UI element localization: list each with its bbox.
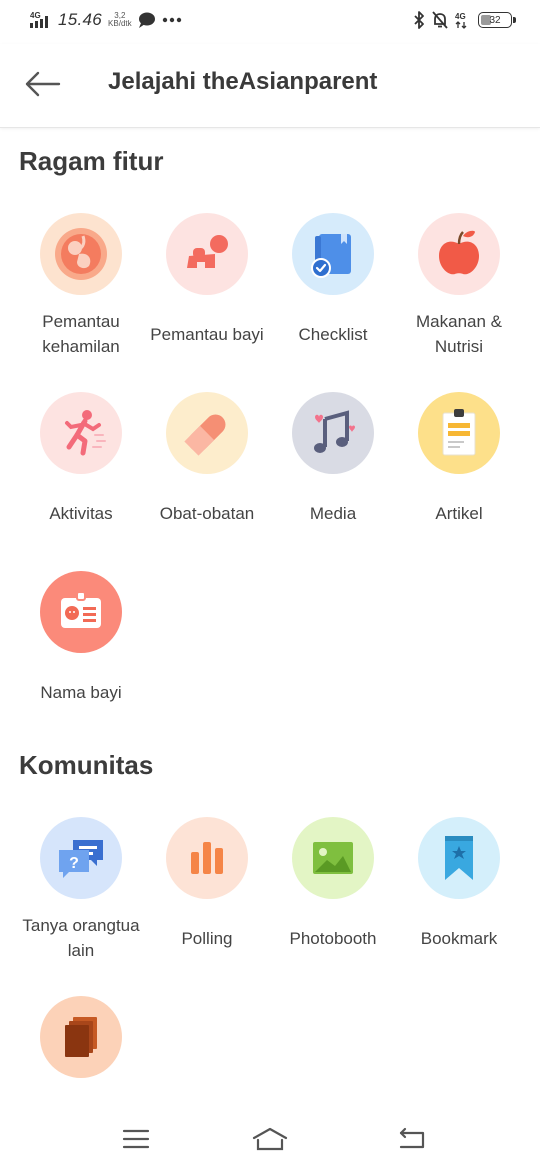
pill-icon — [184, 414, 226, 456]
feature-baby-names[interactable]: Nama bayi — [18, 571, 144, 717]
article-icon-bg — [418, 392, 500, 474]
community-photobooth[interactable]: Photobooth — [270, 817, 396, 963]
home-button[interactable] — [248, 1122, 292, 1156]
back-button[interactable] — [20, 64, 64, 104]
feature-label: Checklist — [298, 324, 368, 344]
baby-crawl-icon — [187, 235, 228, 268]
section-title-features: Ragam fitur — [19, 146, 164, 176]
bluetooth-icon — [414, 11, 424, 29]
feature-articles[interactable]: Artikel — [396, 392, 522, 538]
documents-icon — [65, 1017, 97, 1057]
feature-label: Aktivitas — [49, 503, 113, 523]
checklist-icon-bg — [292, 213, 374, 295]
system-nav-bar — [0, 1110, 540, 1170]
apple-icon-bg — [418, 213, 500, 295]
feature-label: Obat-obatan — [159, 503, 255, 523]
feature-label: Artikel — [435, 503, 483, 523]
menu-button[interactable] — [114, 1122, 158, 1156]
chat-question-icon-bg: ? — [40, 817, 122, 899]
community-bookmark[interactable]: Bookmark — [396, 817, 522, 963]
feature-label: Media — [309, 503, 357, 523]
status-left: 4G 15.46 3,2 KB/dtk — [30, 10, 182, 30]
back-nav-button[interactable] — [390, 1122, 434, 1156]
photo-icon-bg — [292, 817, 374, 899]
feature-label: Makanan & Nutrisi — [416, 312, 502, 356]
bookmark-icon-bg — [418, 817, 500, 899]
feature-activities[interactable]: Aktivitas — [18, 392, 144, 538]
community-ask-parents[interactable]: ? Tanya orangtua lain — [18, 817, 144, 963]
feature-label: Pemantau bayi — [150, 324, 264, 344]
network-4g-icon: 4G — [455, 12, 467, 29]
arrow-left-icon — [25, 71, 61, 97]
chat-question-icon: ? — [59, 840, 103, 878]
page-title: Jelajahi theAsianparent — [108, 68, 378, 95]
svg-text:?: ? — [69, 855, 79, 872]
checklist-icon — [311, 234, 351, 278]
running-icon-bg — [40, 392, 122, 474]
community-label: Photobooth — [289, 928, 377, 948]
home-icon — [252, 1127, 288, 1151]
running-icon — [65, 410, 106, 456]
network-speed: 3,2 KB/dtk — [108, 11, 132, 28]
status-bar: 4G 15.46 3,2 KB/dtk 4G 32 — [0, 0, 540, 44]
music-note-icon-bg — [292, 392, 374, 474]
feature-label: Pemantau kehamilan — [42, 312, 120, 356]
bookmark-icon — [445, 836, 473, 880]
baby-name-card-icon — [61, 591, 101, 628]
more-dots-icon — [162, 17, 181, 23]
chat-bubble-icon — [138, 12, 155, 28]
menu-icon — [122, 1129, 150, 1149]
community-documents[interactable] — [18, 996, 144, 1078]
feature-baby-tracker[interactable]: Pemantau bayi — [144, 213, 270, 359]
pill-icon-bg — [166, 392, 248, 474]
community-label: Bookmark — [420, 928, 498, 948]
section-title-community: Komunitas — [19, 750, 154, 780]
feature-checklist[interactable]: Checklist — [270, 213, 396, 359]
community-label: Polling — [181, 928, 233, 948]
photo-icon — [313, 842, 353, 874]
pregnancy-icon — [55, 228, 107, 280]
documents-icon-bg — [40, 996, 122, 1078]
feature-food-nutrition[interactable]: Makanan & Nutrisi — [396, 213, 522, 359]
feature-media[interactable]: Media — [270, 392, 396, 538]
article-icon — [442, 409, 476, 456]
app-header: Jelajahi theAsianparent — [0, 44, 540, 128]
community-label: Tanya orangtua lain — [22, 916, 140, 960]
status-right: 4G 32 — [413, 11, 516, 29]
mute-bell-icon — [432, 11, 448, 29]
back-nav-icon — [399, 1127, 425, 1149]
svg-text:4G: 4G — [455, 12, 466, 21]
community-polling[interactable]: Polling — [144, 817, 270, 963]
feature-label: Nama bayi — [40, 682, 122, 702]
music-note-icon — [314, 410, 355, 453]
svg-text:4G: 4G — [30, 11, 41, 20]
feature-pregnancy-tracker[interactable]: Pemantau kehamilan — [18, 213, 144, 359]
bar-chart-icon — [191, 842, 223, 874]
baby-name-card-icon-bg — [40, 571, 122, 653]
baby-crawl-icon-bg — [166, 213, 248, 295]
pregnancy-icon-bg — [40, 213, 122, 295]
battery-indicator: 32 — [478, 12, 516, 28]
feature-medicine[interactable]: Obat-obatan — [144, 392, 270, 538]
apple-icon — [439, 230, 479, 275]
signal-icon: 4G — [30, 11, 48, 28]
bar-chart-icon-bg — [166, 817, 248, 899]
status-time: 15.46 — [58, 10, 103, 29]
